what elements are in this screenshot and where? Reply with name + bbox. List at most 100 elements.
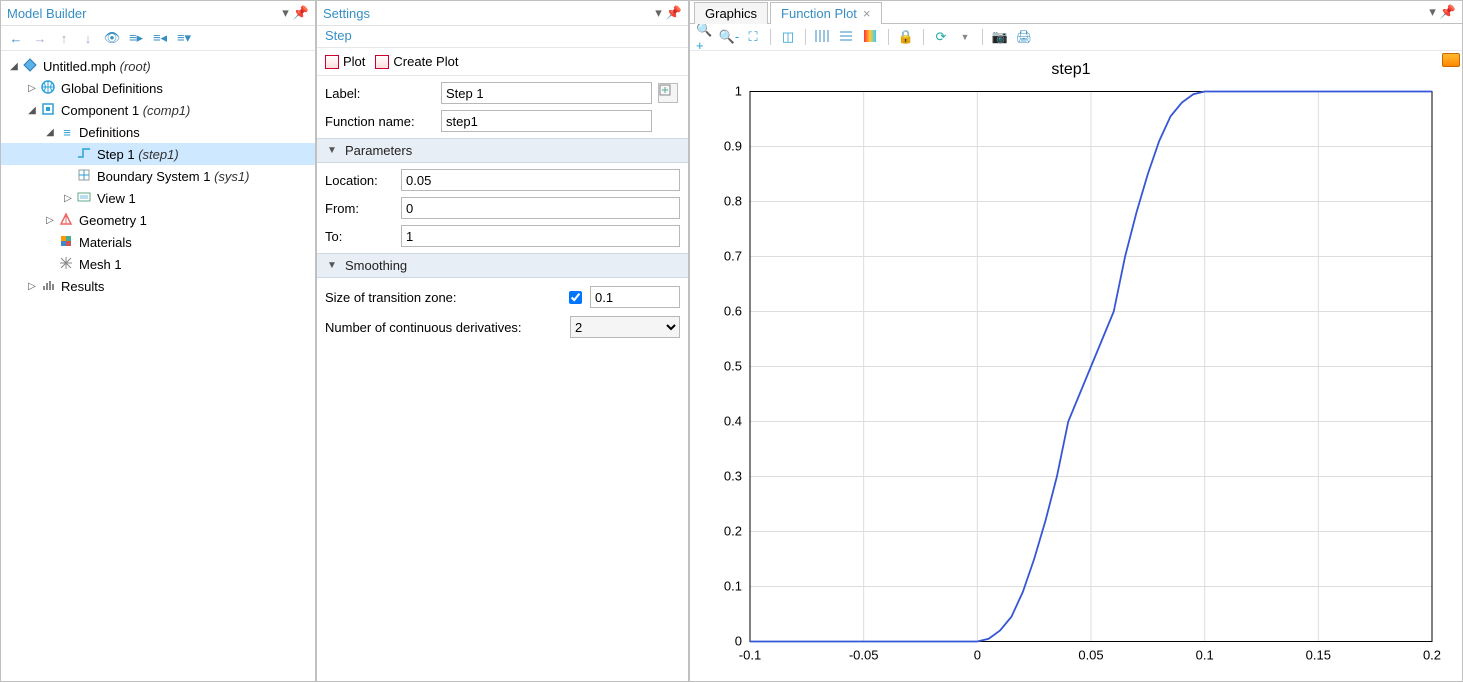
model-builder-panel: Model Builder ▾ 📌 ← → ↑ ↓ 👁 ≡▸ ≡◂ ≡▾ ◢ U… bbox=[0, 0, 316, 682]
location-label: Location: bbox=[325, 173, 395, 188]
tree-boundary-system[interactable]: Boundary System 1 (sys1) bbox=[1, 165, 315, 187]
svg-text:0.4: 0.4 bbox=[724, 414, 742, 429]
to-label: To: bbox=[325, 229, 395, 244]
tree-geometry[interactable]: ▷ Geometry 1 bbox=[1, 209, 315, 231]
step-function-icon bbox=[77, 146, 93, 162]
smoothing-section-header[interactable]: ▼ Smoothing bbox=[317, 253, 688, 278]
lock-icon[interactable]: 🔒 bbox=[897, 28, 915, 46]
minimize-icon[interactable]: ▾ bbox=[655, 5, 662, 21]
geometry-icon bbox=[59, 212, 75, 228]
materials-icon bbox=[59, 234, 75, 250]
results-icon bbox=[41, 278, 57, 294]
collapse-icon[interactable]: ≡▸ bbox=[127, 29, 145, 47]
globe-icon bbox=[41, 80, 57, 96]
tree-definitions[interactable]: ◢ ≡ Definitions bbox=[1, 121, 315, 143]
pin-icon[interactable]: 📌 bbox=[666, 5, 682, 21]
create-plot-button[interactable]: Create Plot bbox=[375, 54, 458, 69]
pin-icon[interactable]: 📌 bbox=[293, 5, 309, 21]
tree-view[interactable]: ▷ View 1 bbox=[1, 187, 315, 209]
tab-function-plot[interactable]: Function Plot× bbox=[770, 2, 881, 24]
minimize-icon[interactable]: ▾ bbox=[282, 5, 289, 21]
zoom-out-icon[interactable]: 🔍- bbox=[720, 28, 738, 46]
tree-global-definitions[interactable]: ▷ Global Definitions bbox=[1, 77, 315, 99]
svg-text:0.9: 0.9 bbox=[724, 139, 742, 154]
svg-text:1: 1 bbox=[735, 85, 742, 99]
expand-toggle-icon[interactable]: ▷ bbox=[25, 83, 39, 94]
settings-subtitle: Step bbox=[317, 26, 688, 48]
tab-graphics[interactable]: Graphics bbox=[694, 2, 768, 24]
plot-button[interactable]: Plot bbox=[325, 54, 365, 69]
derivatives-select[interactable]: 2 bbox=[570, 316, 680, 338]
svg-text:0.1: 0.1 bbox=[724, 579, 742, 594]
collapse-icon: ▼ bbox=[325, 145, 339, 156]
from-input[interactable] bbox=[401, 197, 680, 219]
camera-icon[interactable]: 📷 bbox=[991, 28, 1009, 46]
dropdown-icon[interactable]: ▼ bbox=[956, 28, 974, 46]
expand-toggle-icon[interactable]: ▷ bbox=[61, 193, 75, 204]
pin-icon[interactable]: 📌 bbox=[1440, 4, 1456, 20]
svg-text:0: 0 bbox=[735, 634, 742, 649]
component-icon bbox=[41, 102, 57, 118]
tree-label: Component 1 (comp1) bbox=[61, 103, 190, 118]
from-label: From: bbox=[325, 201, 395, 216]
plot-area: step1 -0.1-0.0500.050.10.150.200.10.20.3… bbox=[690, 51, 1462, 683]
forward-icon[interactable]: → bbox=[31, 29, 49, 47]
tree-mesh[interactable]: Mesh 1 bbox=[1, 253, 315, 275]
plot-icon bbox=[325, 55, 339, 69]
toggle-legend-icon[interactable] bbox=[838, 28, 856, 46]
model-builder-header: Model Builder ▾ 📌 bbox=[1, 1, 315, 26]
toggle-gradient-icon[interactable] bbox=[862, 28, 880, 46]
tree-label: Global Definitions bbox=[61, 81, 163, 96]
expand-toggle-icon[interactable]: ◢ bbox=[7, 61, 21, 72]
definitions-icon: ≡ bbox=[59, 124, 75, 140]
svg-text:0.6: 0.6 bbox=[724, 304, 742, 319]
tree-materials[interactable]: Materials bbox=[1, 231, 315, 253]
expand-toggle-icon[interactable]: ◢ bbox=[43, 127, 57, 138]
svg-text:0.15: 0.15 bbox=[1306, 648, 1331, 663]
function-name-input[interactable] bbox=[441, 110, 652, 132]
transition-zone-input[interactable] bbox=[590, 286, 680, 308]
mesh-icon bbox=[59, 256, 75, 272]
tree-step[interactable]: Step 1 (step1) bbox=[1, 143, 315, 165]
zoom-in-icon[interactable]: 🔍+ bbox=[696, 28, 714, 46]
tree-root[interactable]: ◢ Untitled.mph (root) bbox=[1, 55, 315, 77]
to-input[interactable] bbox=[401, 225, 680, 247]
back-icon[interactable]: ← bbox=[7, 29, 25, 47]
transition-zone-checkbox[interactable] bbox=[569, 291, 582, 304]
close-icon[interactable]: × bbox=[863, 6, 871, 21]
function-plot-chart[interactable]: -0.1-0.0500.050.10.150.200.10.20.30.40.5… bbox=[700, 85, 1442, 673]
show-icon[interactable]: 👁 bbox=[103, 29, 121, 47]
expand-toggle-icon[interactable]: ▷ bbox=[25, 281, 39, 292]
model-builder-toolbar: ← → ↑ ↓ 👁 ≡▸ ≡◂ ≡▾ bbox=[1, 26, 315, 51]
up-icon[interactable]: ↑ bbox=[55, 29, 73, 47]
expand-icon[interactable]: ≡◂ bbox=[151, 29, 169, 47]
svg-text:0.2: 0.2 bbox=[1423, 648, 1441, 663]
derivatives-label: Number of continuous derivatives: bbox=[325, 320, 562, 335]
go-to-source-button[interactable] bbox=[658, 83, 678, 103]
zoom-box-icon[interactable]: ◫ bbox=[779, 28, 797, 46]
label-label: Label: bbox=[325, 86, 435, 101]
print-icon[interactable]: 🖨 bbox=[1015, 28, 1033, 46]
plot-title: step1 bbox=[700, 61, 1442, 79]
minimize-icon[interactable]: ▾ bbox=[1429, 4, 1436, 20]
parameters-section-header[interactable]: ▼ Parameters bbox=[317, 138, 688, 163]
mph-file-icon bbox=[23, 58, 39, 74]
expand-toggle-icon[interactable]: ▷ bbox=[43, 215, 57, 226]
list-icon[interactable]: ≡▾ bbox=[175, 29, 193, 47]
toggle-grid-icon[interactable] bbox=[814, 28, 832, 46]
zoom-extents-icon[interactable]: ⛶ bbox=[744, 28, 762, 46]
model-builder-title: Model Builder bbox=[7, 6, 282, 21]
tree-label: Results bbox=[61, 279, 104, 294]
model-tree: ◢ Untitled.mph (root) ▷ Global Definitio… bbox=[1, 51, 315, 301]
settings-header: Settings ▾ 📌 bbox=[317, 1, 688, 26]
tree-results[interactable]: ▷ Results bbox=[1, 275, 315, 297]
label-input[interactable] bbox=[441, 82, 652, 104]
down-icon[interactable]: ↓ bbox=[79, 29, 97, 47]
svg-text:0.5: 0.5 bbox=[724, 359, 742, 374]
location-input[interactable] bbox=[401, 169, 680, 191]
svg-text:0.7: 0.7 bbox=[724, 249, 742, 264]
refresh-icon[interactable]: ⟳ bbox=[932, 28, 950, 46]
tree-component[interactable]: ◢ Component 1 (comp1) bbox=[1, 99, 315, 121]
expand-toggle-icon[interactable]: ◢ bbox=[25, 105, 39, 116]
boundary-system-icon bbox=[77, 168, 93, 184]
